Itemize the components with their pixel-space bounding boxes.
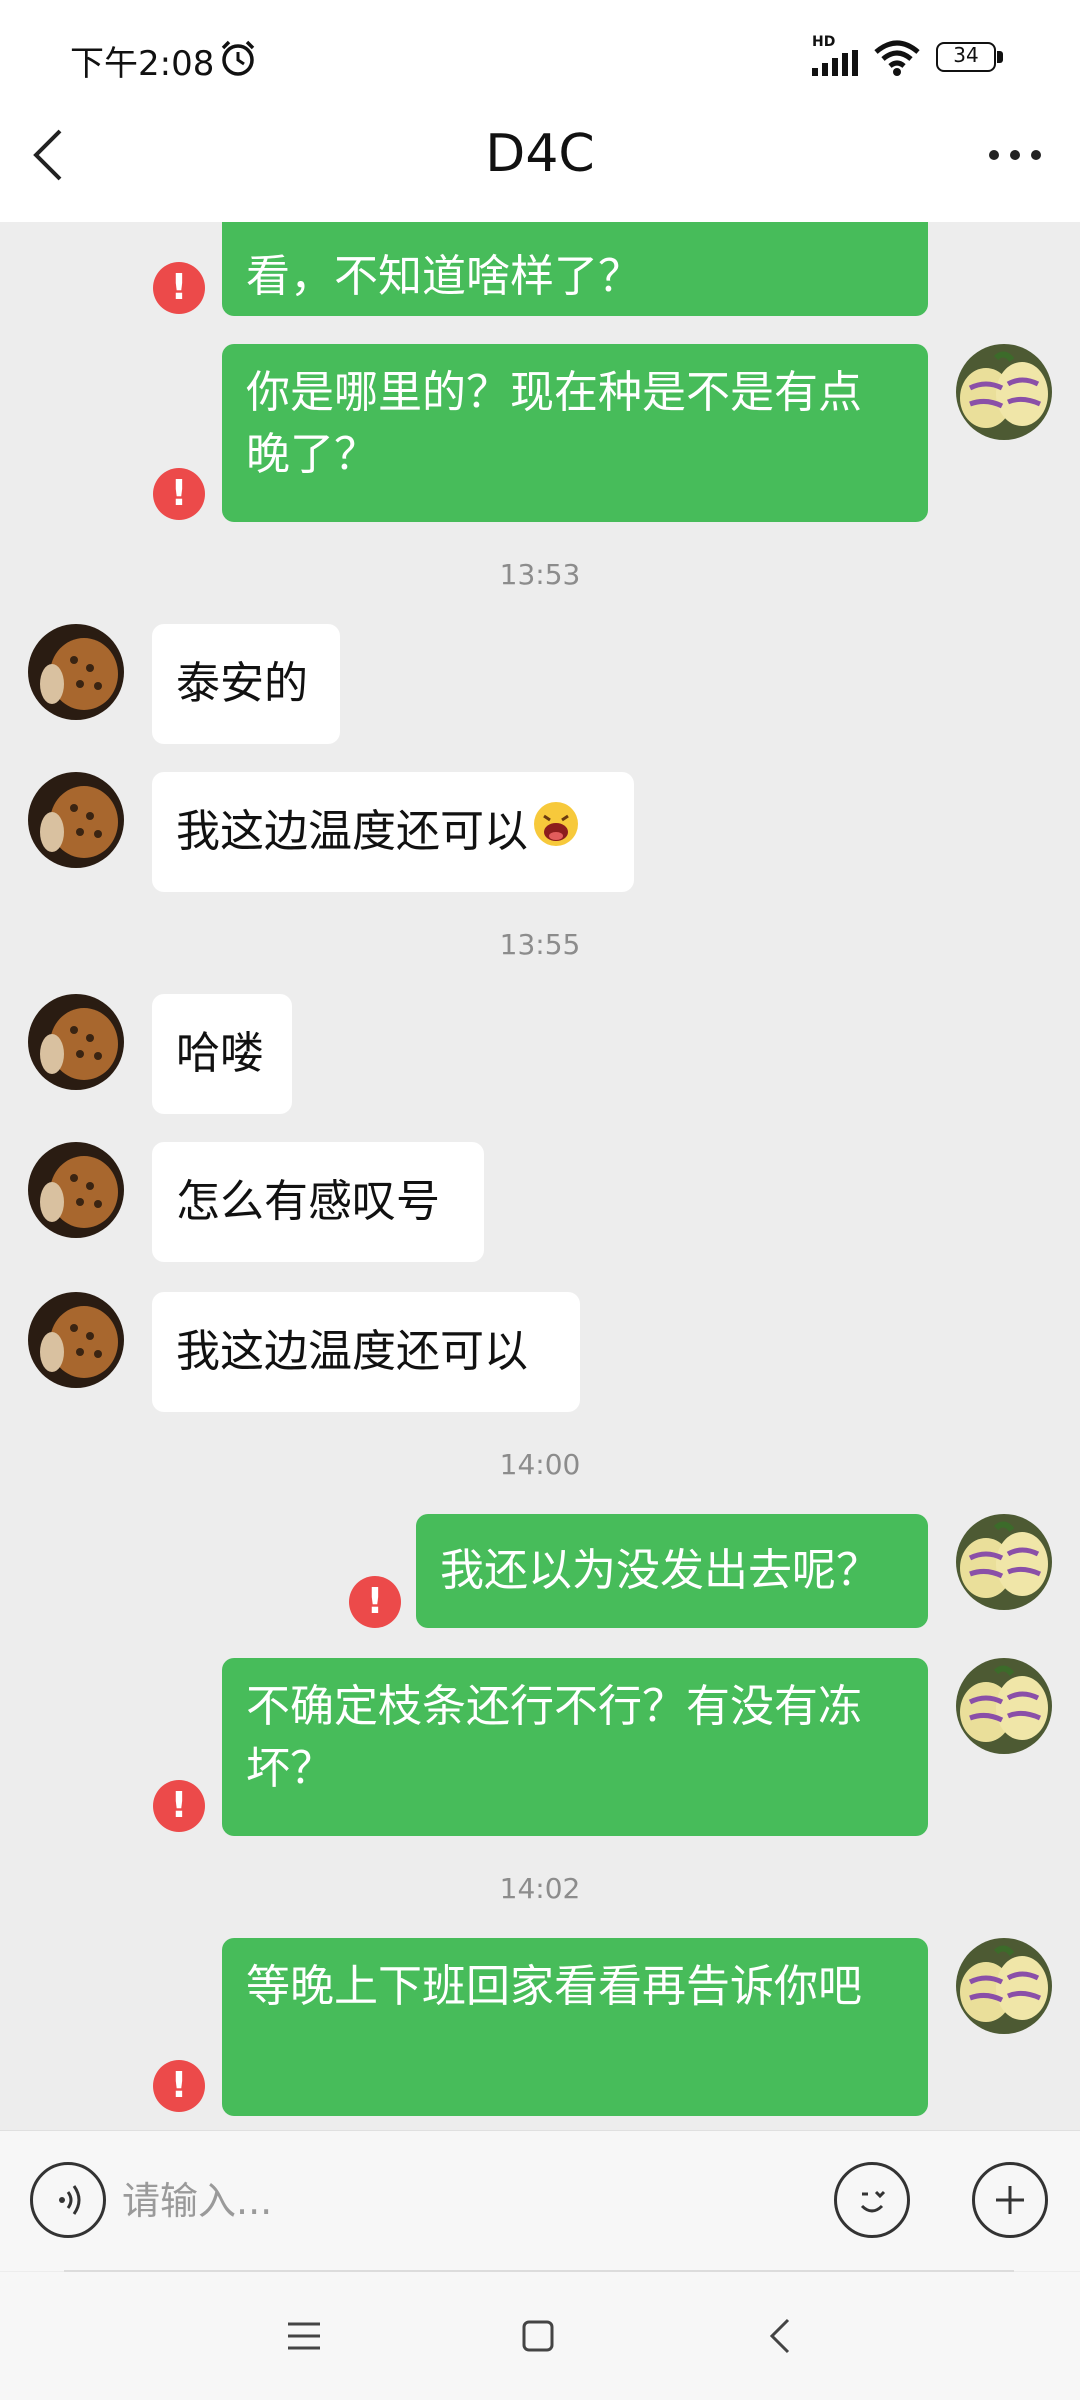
system-back-button[interactable] — [744, 2300, 816, 2372]
avatar-me[interactable] — [956, 344, 1052, 440]
message-bubble-received[interactable]: 哈喽 — [152, 994, 292, 1114]
send-failed-icon[interactable]: ! — [153, 2060, 205, 2112]
voice-input-button[interactable] — [30, 2162, 106, 2238]
send-failed-icon[interactable]: ! — [153, 1780, 205, 1832]
message-bubble-sent[interactable]: 看，不知道啥样了？ — [222, 222, 928, 316]
chevron-left-icon — [769, 2318, 790, 2354]
plus-icon — [996, 2186, 1024, 2214]
more-options-button[interactable] — [975, 130, 1055, 180]
send-failed-icon[interactable]: ! — [349, 1576, 401, 1628]
timestamp: 13:53 — [499, 558, 581, 591]
more-actions-button[interactable] — [972, 2162, 1048, 2238]
battery-icon: 34 — [936, 42, 1006, 74]
send-failed-icon[interactable]: ! — [153, 262, 205, 314]
chat-messages[interactable]: 看，不知道啥样了？ ! 你是哪里的？现在种是不是有点晚了？ ! 13:53 泰安… — [0, 222, 1080, 2130]
signal-icon — [812, 50, 862, 76]
voice-icon — [59, 2185, 81, 2215]
avatar-contact[interactable] — [28, 772, 124, 868]
avatar-me[interactable] — [956, 1658, 1052, 1754]
emoji-button[interactable] — [834, 2162, 910, 2238]
message-bubble-received[interactable]: 泰安的 — [152, 624, 340, 744]
chat-title: D4C — [485, 124, 595, 184]
timestamp: 14:02 — [499, 1872, 581, 1905]
message-bubble-sent[interactable]: 不确定枝条还行不行？有没有冻坏？ — [222, 1658, 928, 1836]
wifi-icon — [872, 38, 922, 78]
home-square-icon — [522, 2320, 554, 2352]
network-hd-label: HD — [812, 34, 836, 50]
avatar-me[interactable] — [956, 1514, 1052, 1610]
message-bubble-sent[interactable]: 我还以为没发出去呢？ — [416, 1514, 928, 1628]
avatar-contact[interactable] — [28, 994, 124, 1090]
chevron-left-icon — [33, 129, 62, 181]
avatar-contact[interactable] — [28, 624, 124, 720]
message-input[interactable] — [120, 2168, 804, 2234]
laughing-emoji-icon — [532, 792, 580, 876]
menu-icon — [288, 2322, 320, 2350]
home-button[interactable] — [502, 2300, 574, 2372]
emoji-face-icon — [860, 2190, 886, 2213]
message-text: 我这边温度还可以 — [176, 806, 528, 857]
timestamp: 14:00 — [499, 1448, 581, 1481]
avatar-me[interactable] — [956, 1938, 1052, 2034]
status-time: 下午2:08 — [70, 44, 215, 84]
send-failed-icon[interactable]: ! — [153, 468, 205, 520]
battery-level: 34 — [953, 43, 979, 67]
back-button[interactable] — [18, 120, 78, 190]
avatar-contact[interactable] — [28, 1292, 124, 1388]
message-bubble-sent[interactable]: 你是哪里的？现在种是不是有点晚了？ — [222, 344, 928, 522]
recent-apps-button[interactable] — [268, 2300, 340, 2372]
message-bubble-received[interactable]: 我这边温度还可以 — [152, 1292, 580, 1412]
more-dots-icon — [989, 150, 1041, 160]
timestamp: 13:55 — [499, 928, 581, 961]
message-bubble-received[interactable]: 怎么有感叹号 — [152, 1142, 484, 1262]
message-bubble-received[interactable]: 我这边温度还可以 — [152, 772, 634, 892]
avatar-contact[interactable] — [28, 1142, 124, 1238]
alarm-icon — [218, 38, 258, 78]
message-bubble-sent[interactable]: 等晚上下班回家看看再告诉你吧 — [222, 1938, 928, 2116]
